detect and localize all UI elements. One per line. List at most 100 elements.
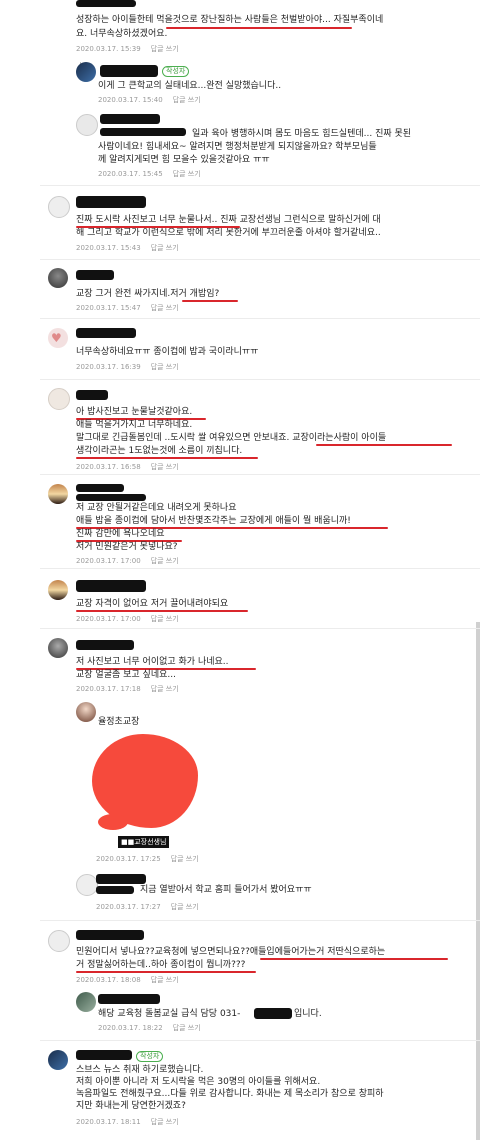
- comment-text: 지만 화내는게 당연한거겠죠?: [76, 1101, 186, 1111]
- comment-text: 저 교장 안될거같은데요 내려오게 못하나요: [76, 503, 237, 513]
- broken-heart-icon: ♥: [51, 331, 62, 345]
- author-badge: 작성자: [136, 1051, 164, 1062]
- comment-meta: 2020.03.17. 17:25 답글 쓰기: [96, 855, 199, 863]
- comment-text: 스브스 뉴스 취재 하기로했습니다.: [76, 1065, 204, 1075]
- divider: [40, 259, 480, 260]
- attached-image[interactable]: ■■교장선생님: [92, 732, 198, 850]
- author-name-redacted: [76, 328, 136, 338]
- author-name-redacted: [98, 994, 160, 1004]
- comment-text: 께 알려지게되면 힘 모을수 있을것같아요 ㅠㅠ: [98, 155, 270, 165]
- reply-link[interactable]: 답글 쓰기: [151, 45, 179, 53]
- avatar: [48, 388, 70, 410]
- author-name-redacted: [76, 484, 124, 492]
- avatar: [76, 62, 96, 82]
- comment-text: 일과 육아 병행하시며 몸도 마음도 힘드실텐데... 진짜 못된: [192, 129, 412, 139]
- comment-text: 생각이라곤는 1도없는것에 소름이 끼칩니다.: [76, 446, 243, 456]
- highlight-underline: [76, 971, 256, 973]
- comment-text: 저희 아이뿐 아니라 저 도시락을 먹은 30명의 아이들를 위해서요.: [76, 1077, 321, 1087]
- reply-link[interactable]: 답글 쓰기: [151, 615, 179, 623]
- divider: [40, 628, 480, 629]
- reply-link[interactable]: 답글 쓰기: [151, 363, 179, 371]
- comment-meta: 2020.03.17. 15:47 답글 쓰기: [76, 304, 179, 312]
- author-name-redacted: [96, 886, 134, 894]
- reply-link[interactable]: 답글 쓰기: [173, 96, 201, 104]
- scrollbar-track[interactable]: [476, 622, 480, 1140]
- reply-link[interactable]: 답글 쓰기: [151, 1118, 179, 1126]
- comment-text: 성장하는 아이들한테 먹을것으로 장난질하는 사람들은 천벌받아야... 자질부…: [76, 15, 384, 25]
- author-name-redacted: [96, 874, 146, 884]
- comment-meta: 2020.03.17. 15:40 답글 쓰기: [98, 96, 201, 104]
- reply-link[interactable]: 답글 쓰기: [151, 304, 179, 312]
- comment-meta: 2020.03.17. 18:11 답글 쓰기: [76, 1118, 179, 1126]
- author-badge: 작성자: [162, 66, 190, 77]
- comment-text: 교장 얼굴좀 보고 싶네요...: [76, 670, 176, 680]
- divider: [40, 379, 480, 380]
- reply-link[interactable]: 답글 쓰기: [151, 557, 179, 565]
- image-caption: 율정초교장: [98, 717, 140, 727]
- author-name-redacted: [76, 390, 108, 400]
- comment-text: 너무속상하네요ㅠㅠ 종이컵에 밥과 국이라니ㅠㅠ: [76, 347, 259, 357]
- comment-meta: 2020.03.17. 15:39 답글 쓰기: [76, 45, 179, 54]
- comment-text: 저거 민원같은거 못넣나요?: [76, 542, 178, 552]
- comment-text: 애들 밥을 종이컵에 담아서 반찬몇조각주는 교장에게 애들이 뭘 배웁니까!: [76, 516, 351, 526]
- comment-text: 해당 교육청 돌봄교실 급식 담당 031-: [98, 1009, 241, 1019]
- comment-text: 입니다.: [294, 1009, 322, 1019]
- highlight-underline: [182, 300, 238, 302]
- comment-meta: 2020.03.17. 15:43 답글 쓰기: [76, 244, 179, 252]
- divider: [40, 1040, 480, 1041]
- comment-text: 민원어디서 넣나요??교육청에 넣으면되나요??애들입에들어가는거 저딴식으로하…: [76, 947, 386, 957]
- author-name-redacted: [76, 270, 114, 280]
- comment-text: 녹음파일도 전해줬구요...다들 위로 감사합니다. 화내는 제 목소리가 참으…: [76, 1089, 384, 1099]
- comment-text: 교장 그거 완전 싸가지네.저거 개밥임?: [76, 289, 220, 299]
- comment-meta: 2020.03.17. 17:00 답글 쓰기: [76, 615, 179, 623]
- comment-meta: 2020.03.17. 18:22 답글 쓰기: [98, 1024, 201, 1032]
- avatar: [76, 114, 98, 136]
- avatar: [48, 196, 70, 218]
- reply-link[interactable]: 답글 쓰기: [171, 903, 199, 911]
- highlight-underline: [76, 226, 240, 228]
- reply-link[interactable]: 답글 쓰기: [151, 244, 179, 252]
- avatar: [76, 702, 96, 722]
- reply-link[interactable]: 답글 쓰기: [151, 976, 179, 984]
- highlight-underline: [166, 27, 352, 29]
- comment-meta: 2020.03.17. 18:08 답글 쓰기: [76, 976, 179, 984]
- comment-meta: 2020.03.17. 16:58 답글 쓰기: [76, 463, 179, 471]
- comment-text: 진짜 도시락 사진보고 너무 눈물나서.. 진짜 교장선생님 그런식으로 말하신…: [76, 215, 381, 225]
- comment-text: 애들 먹을거가지고 너무하네요.: [76, 420, 193, 430]
- reply-link[interactable]: 답글 쓰기: [151, 463, 179, 471]
- comment-meta: 2020.03.17. 17:18 답글 쓰기: [76, 685, 179, 693]
- comment-meta: 2020.03.17. 17:00 답글 쓰기: [76, 557, 179, 565]
- comment-text: 저 사진보고 너무 어이없고 화가 나네요..: [76, 657, 229, 667]
- avatar: [48, 1050, 68, 1070]
- avatar: [48, 930, 70, 952]
- comment-text: 교장 자격이 없어요 저거 끌어내려야되요: [76, 599, 229, 609]
- highlight-underline: [76, 610, 248, 612]
- divider: [40, 185, 480, 186]
- comment-text: 이게 그 큰학교의 실태네요...완전 실망했습니다..: [98, 81, 282, 91]
- comment-meta: 2020.03.17. 16:39 답글 쓰기: [76, 363, 179, 371]
- author-name-redacted: [100, 114, 160, 124]
- comment-timestamp: 2020.03.17. 15:39: [76, 45, 141, 53]
- reply-link[interactable]: 답글 쓰기: [151, 685, 179, 693]
- avatar: [48, 580, 68, 600]
- divider: [40, 318, 480, 319]
- author-name-redacted: [76, 494, 146, 501]
- reply-link[interactable]: 답글 쓰기: [171, 855, 199, 863]
- reply-link[interactable]: 답글 쓰기: [173, 1024, 201, 1032]
- comment-text: 해 그리고 학교가 이런식으로 밖에 저리 못한거에 부끄러운줄 아셔야 할거같…: [76, 228, 381, 238]
- avatar: [76, 874, 98, 896]
- comment-text: 거 정말싫어하는데..하아 종이컵이 뭡니까???: [76, 960, 246, 970]
- censored-face-blob: [98, 814, 128, 830]
- comment-text: 말그대로 긴급돌봄인데 ..도시락 쌀 여유있으면 안보내죠. 교장이라는사람이…: [76, 433, 387, 443]
- comment-text: 진짜 감만에 욕나오네요: [76, 529, 165, 539]
- highlight-underline: [316, 444, 452, 446]
- author-name-redacted: [100, 128, 186, 136]
- avatar: [48, 484, 68, 504]
- comment-text: 요. 너무속상하셨겠어요.: [76, 29, 168, 39]
- author-name-redacted: [76, 640, 134, 650]
- author-name-redacted: [76, 930, 144, 940]
- comment-meta: 2020.03.17. 15:45 답글 쓰기: [98, 170, 201, 178]
- highlight-underline: [260, 958, 448, 960]
- avatar: ♥: [48, 328, 68, 348]
- reply-link[interactable]: 답글 쓰기: [173, 170, 201, 178]
